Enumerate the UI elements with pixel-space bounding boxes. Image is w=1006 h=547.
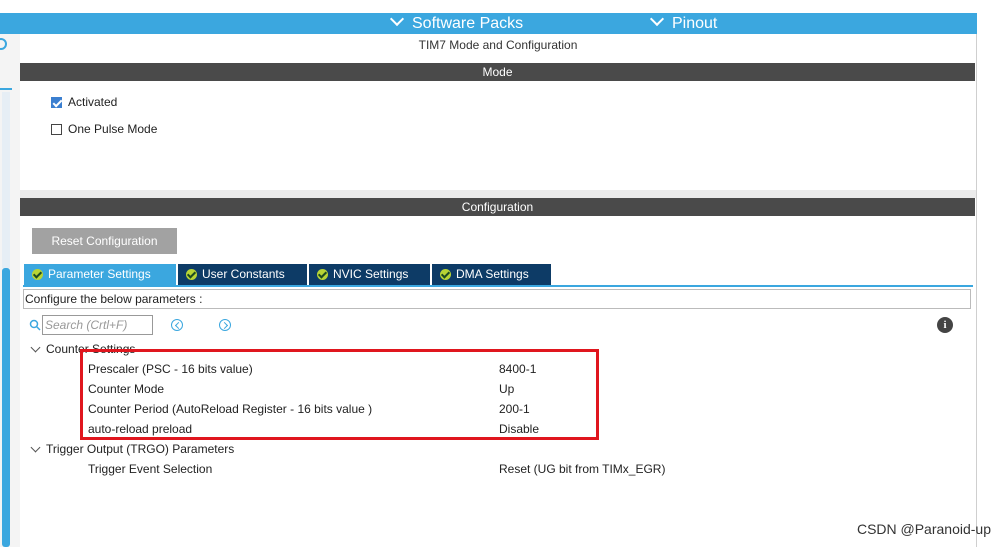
one-pulse-mode-checkbox[interactable]: [51, 124, 62, 135]
software-packs-menu[interactable]: Software Packs: [389, 11, 524, 34]
watermark: CSDN @Paranoid-up: [856, 521, 991, 537]
pinout-label: Pinout: [672, 15, 718, 32]
param-name: Trigger Event Selection: [88, 462, 213, 476]
highlight-box: [80, 349, 599, 440]
reset-configuration-button[interactable]: Reset Configuration: [32, 228, 177, 254]
tab-parameter-settings[interactable]: Parameter Settings: [24, 264, 176, 285]
search-icon: [29, 319, 41, 331]
scrollbar-track[interactable]: [2, 92, 10, 268]
tab-label: NVIC Settings: [333, 267, 409, 281]
configuration-header: Configuration: [20, 198, 975, 216]
top-menu-bar: Software Packs Pinout: [0, 11, 977, 34]
tab-label: DMA Settings: [456, 267, 529, 281]
panel-title: TIM7 Mode and Configuration: [418, 38, 578, 52]
search-input[interactable]: Search (Crtl+F): [42, 315, 153, 335]
software-packs-label: Software Packs: [412, 15, 524, 32]
check-circle-icon: [186, 269, 197, 280]
section-divider[interactable]: [20, 190, 976, 198]
left-pane-divider: [0, 88, 12, 90]
tab-dma-settings[interactable]: DMA Settings: [432, 264, 551, 285]
mode-pane: [20, 82, 975, 190]
next-result-icon[interactable]: [219, 319, 231, 331]
scrollbar-thumb[interactable]: [2, 268, 10, 547]
check-circle-icon: [440, 269, 451, 280]
previous-result-icon[interactable]: [171, 319, 183, 331]
configure-hint-box: Configure the below parameters :: [23, 289, 971, 309]
one-pulse-mode-label: One Pulse Mode: [68, 122, 158, 136]
activated-checkbox[interactable]: [51, 97, 62, 108]
check-circle-icon: [317, 269, 328, 280]
tab-label: Parameter Settings: [48, 267, 151, 281]
group-trigger-output[interactable]: Trigger Output (TRGO) Parameters: [46, 442, 234, 456]
chevron-down-icon: [649, 11, 665, 27]
tab-nvic-settings[interactable]: NVIC Settings: [309, 264, 430, 285]
activated-label: Activated: [68, 95, 118, 109]
mode-header: Mode: [20, 63, 975, 81]
chevron-down-icon: [389, 11, 405, 27]
param-value[interactable]: Reset (UG bit from TIMx_EGR): [499, 462, 665, 476]
tab-user-constants[interactable]: User Constants: [178, 264, 307, 285]
pinout-menu[interactable]: Pinout: [649, 11, 718, 34]
info-icon[interactable]: i: [937, 317, 953, 333]
tab-label: User Constants: [202, 267, 285, 281]
tab-underline: [23, 285, 973, 287]
check-circle-icon: [32, 269, 43, 280]
